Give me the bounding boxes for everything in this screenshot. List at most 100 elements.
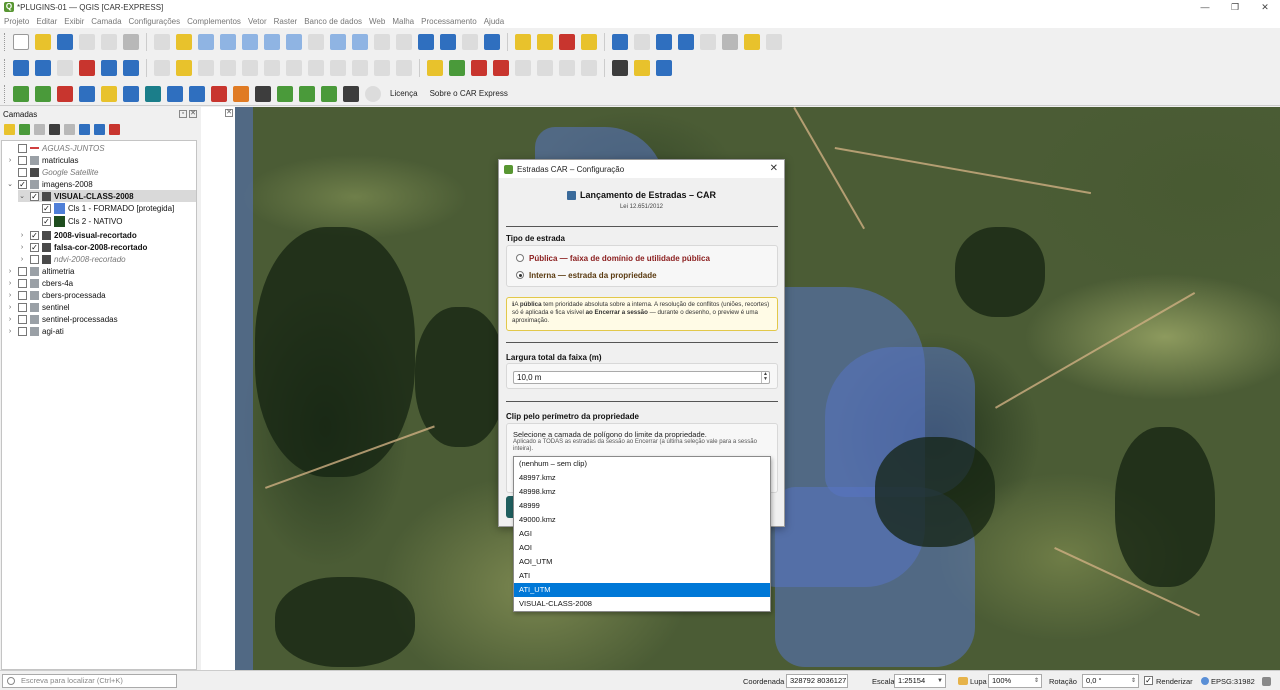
messages-icon[interactable] bbox=[1262, 677, 1271, 686]
digitize-icon[interactable] bbox=[220, 60, 236, 76]
dropdown-option[interactable]: (nenhum – sem clip) bbox=[514, 457, 770, 471]
car-fire-icon[interactable] bbox=[211, 85, 227, 102]
new-geopackage-icon[interactable] bbox=[35, 60, 51, 76]
car-satellite-icon[interactable] bbox=[189, 85, 205, 102]
layer-checkbox[interactable] bbox=[18, 143, 27, 153]
zoom-full-icon[interactable] bbox=[242, 34, 258, 50]
coordinate-field[interactable]: 328792 8036127 bbox=[786, 674, 848, 688]
expander-icon[interactable]: › bbox=[18, 244, 26, 251]
lock-icon[interactable] bbox=[958, 677, 968, 685]
expander-icon[interactable]: › bbox=[18, 256, 26, 263]
car-road-icon[interactable] bbox=[343, 85, 359, 102]
pin-labels-icon[interactable] bbox=[471, 60, 487, 76]
pan-to-selection-icon[interactable] bbox=[176, 34, 192, 50]
width-spinbox[interactable]: 10,0 m ▲ ▼ bbox=[513, 371, 770, 384]
car-target-icon[interactable] bbox=[101, 85, 117, 102]
dropdown-option[interactable]: 49000.kmz bbox=[514, 513, 770, 527]
settings-icon[interactable] bbox=[766, 34, 782, 50]
car-book-icon[interactable] bbox=[57, 85, 73, 102]
expander-icon[interactable]: › bbox=[6, 316, 14, 323]
new-3d-map-icon[interactable] bbox=[396, 34, 412, 50]
menu-banco-de-dados[interactable]: Banco de dados bbox=[304, 17, 362, 26]
zoom-out-icon[interactable] bbox=[220, 34, 236, 50]
pan-icon[interactable] bbox=[154, 34, 170, 50]
paste-features-icon[interactable] bbox=[352, 60, 368, 76]
menu-web[interactable]: Web bbox=[369, 17, 385, 26]
car-search-icon[interactable] bbox=[167, 85, 183, 102]
scale-combo[interactable]: 1:25154 ▼ bbox=[894, 674, 946, 688]
car-info-icon[interactable] bbox=[365, 85, 381, 102]
menu-vetor[interactable]: Vetor bbox=[248, 17, 267, 26]
layer-item-aguas-juntos[interactable]: AGUAS-JUNTOS bbox=[6, 142, 105, 154]
zoom-next-icon[interactable] bbox=[352, 34, 368, 50]
expander-icon[interactable]: › bbox=[6, 268, 14, 275]
car-forest-icon[interactable] bbox=[299, 85, 315, 102]
select-by-expression-icon[interactable] bbox=[581, 34, 597, 50]
locator-search-input[interactable]: Escreva para localizar (Ctrl+K) bbox=[2, 674, 177, 688]
identify-features-icon[interactable] bbox=[612, 34, 628, 50]
dropdown-option[interactable]: 48999 bbox=[514, 499, 770, 513]
menu-camada[interactable]: Camada bbox=[91, 17, 121, 26]
expander-icon[interactable]: › bbox=[6, 304, 14, 311]
radio-internal[interactable]: Interna — estrada da propriedade bbox=[516, 269, 657, 281]
expand-all-icon[interactable] bbox=[79, 123, 90, 135]
select-by-value-icon[interactable] bbox=[537, 34, 553, 50]
car-panel-icon[interactable] bbox=[123, 85, 139, 102]
show-bookmarks-icon[interactable] bbox=[440, 34, 456, 50]
add-vector-layer-icon[interactable] bbox=[123, 60, 139, 76]
group-item-sentinel[interactable]: › sentinel bbox=[6, 301, 70, 313]
license-button[interactable]: Licença bbox=[390, 89, 418, 98]
restore-button[interactable]: ❐ bbox=[1220, 0, 1250, 14]
minimize-button[interactable]: — bbox=[1190, 0, 1220, 14]
menu-projeto[interactable]: Projeto bbox=[4, 17, 29, 26]
move-label-icon[interactable] bbox=[515, 60, 531, 76]
legend-item-cls2[interactable]: ✓ Cls 2 - NATIVO bbox=[42, 215, 123, 227]
float-panel-icon[interactable]: ▫ bbox=[179, 110, 187, 118]
manage-map-themes-icon[interactable] bbox=[34, 123, 45, 135]
car-gear-icon[interactable] bbox=[79, 85, 95, 102]
highlight-labels-icon[interactable] bbox=[493, 60, 509, 76]
layer-checkbox[interactable] bbox=[18, 302, 27, 312]
undo-icon[interactable] bbox=[374, 60, 390, 76]
filter-legend-icon[interactable] bbox=[49, 123, 60, 135]
layer-checkbox[interactable] bbox=[18, 266, 27, 276]
remove-layer-icon[interactable] bbox=[109, 123, 120, 135]
group-item-imagens-2008[interactable]: ⌄ ✓ imagens-2008 bbox=[6, 178, 93, 190]
menu-editar[interactable]: Editar bbox=[36, 17, 57, 26]
toolbar-grip[interactable] bbox=[4, 59, 7, 77]
layer-checkbox[interactable] bbox=[30, 254, 39, 264]
group-item-altimetria[interactable]: › altimetria bbox=[6, 265, 74, 277]
open-attribute-table-icon[interactable] bbox=[634, 34, 650, 50]
layer-checkbox[interactable]: ✓ bbox=[30, 230, 39, 240]
toolbox-icon[interactable] bbox=[656, 34, 672, 50]
rotate-label-icon[interactable] bbox=[537, 60, 553, 76]
about-car-express-button[interactable]: Sobre o CAR Express bbox=[430, 89, 508, 98]
new-temporary-layer-icon[interactable] bbox=[79, 60, 95, 76]
toolbar-grip[interactable] bbox=[4, 84, 7, 103]
filter-by-expression-icon[interactable] bbox=[64, 123, 75, 135]
change-label-icon[interactable] bbox=[559, 60, 575, 76]
layer-checkbox[interactable] bbox=[18, 290, 27, 300]
toolbar-grip[interactable] bbox=[4, 33, 7, 51]
layer-item-2008-visual-recortado[interactable]: › ✓ 2008-visual-recortado bbox=[18, 229, 137, 241]
menu-malha[interactable]: Malha bbox=[392, 17, 414, 26]
car-globe-icon[interactable] bbox=[145, 85, 161, 102]
layout-manager-icon[interactable] bbox=[101, 34, 117, 50]
zoom-to-layer-icon[interactable] bbox=[286, 34, 302, 50]
magnifier-spinbox[interactable]: 100% ⇕ bbox=[988, 674, 1042, 688]
add-virtual-layer-icon[interactable] bbox=[101, 60, 117, 76]
layer-styling-icon[interactable] bbox=[4, 123, 15, 135]
bookmark-icon[interactable] bbox=[418, 34, 434, 50]
menu-ajuda[interactable]: Ajuda bbox=[484, 17, 504, 26]
close-dock-icon[interactable]: ✕ bbox=[225, 109, 233, 117]
save-edits-icon[interactable] bbox=[198, 60, 214, 76]
expander-icon[interactable]: › bbox=[6, 280, 14, 287]
group-item-cbers-4a[interactable]: › cbers-4a bbox=[6, 277, 73, 289]
menu-configuracoes[interactable]: Configurações bbox=[129, 17, 181, 26]
deselect-features-icon[interactable] bbox=[559, 34, 575, 50]
zoom-last-icon[interactable] bbox=[330, 34, 346, 50]
help-icon[interactable] bbox=[656, 60, 672, 76]
menu-complementos[interactable]: Complementos bbox=[187, 17, 241, 26]
expander-icon[interactable]: › bbox=[6, 292, 14, 299]
menu-raster[interactable]: Raster bbox=[274, 17, 298, 26]
